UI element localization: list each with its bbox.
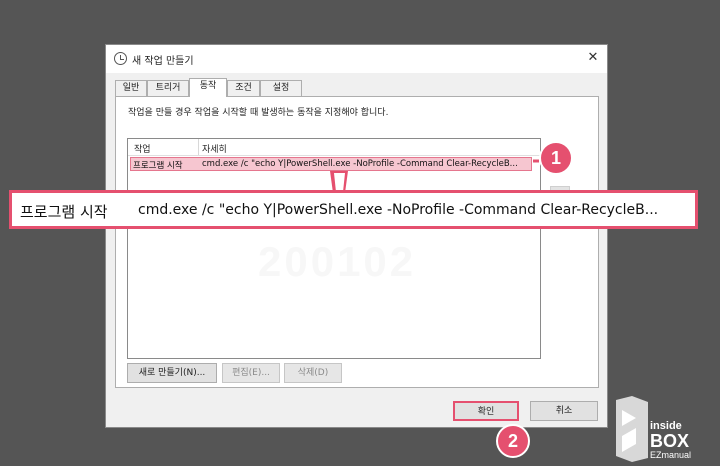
zoomed-action-row: 프로그램 시작 cmd.exe /c "echo Y|PowerShell.ex… [9,190,698,229]
zoomed-details: cmd.exe /c "echo Y|PowerShell.exe -NoPro… [138,202,659,218]
logo-line-3: EZmanual [650,450,691,460]
zoomed-action: 프로그램 시작 [20,203,108,221]
logo-line-2: BOX [650,431,689,451]
tab-actions[interactable]: 동작 [189,78,227,97]
insidebox-logo: inside BOX EZmanual [616,396,691,462]
step-badge-2: 2 [496,424,530,458]
callout-pointer [330,159,539,193]
step-badge-1: 1 [539,141,573,175]
